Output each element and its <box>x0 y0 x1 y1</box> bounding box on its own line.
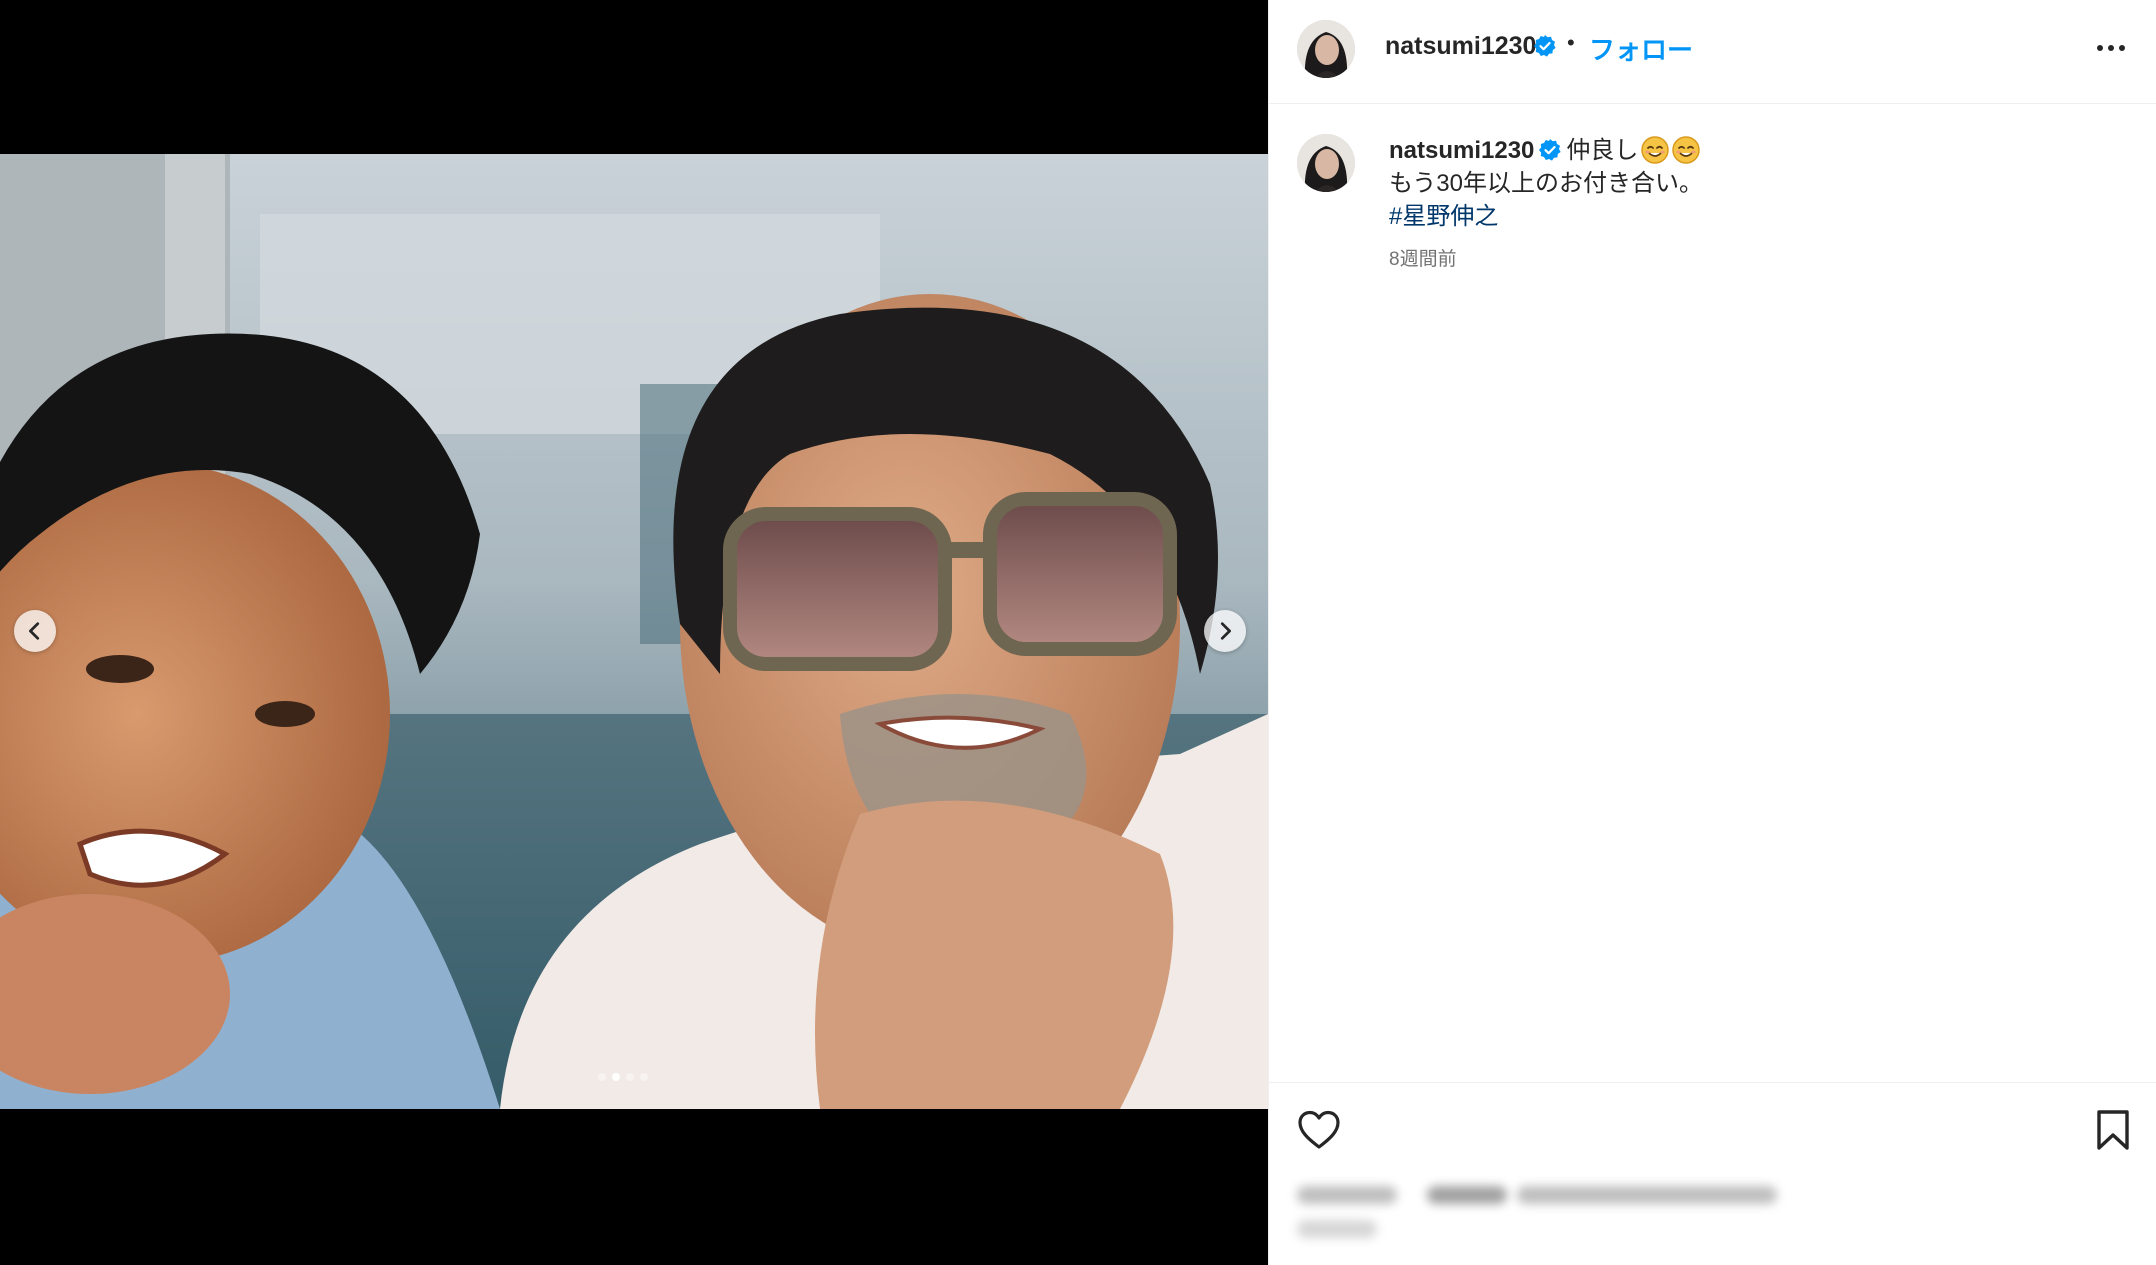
caption-avatar[interactable] <box>1297 134 1355 192</box>
avatar[interactable] <box>1297 20 1355 78</box>
like-button[interactable] <box>1297 1109 1341 1151</box>
chevron-left-icon <box>29 622 40 640</box>
carousel-dot <box>626 1073 634 1081</box>
more-options-button[interactable] <box>2089 30 2133 66</box>
avatar-image <box>1297 134 1355 192</box>
post-photo <box>0 154 1268 1109</box>
carousel-dot <box>640 1073 648 1081</box>
caption-text: natsumi1230 仲良し もう30年以上のお付き合い。 #星野伸之 <box>1389 134 2129 233</box>
blurred-bar <box>1517 1186 1777 1204</box>
smiling-face-icon <box>1672 136 1701 164</box>
more-dot-icon <box>2097 45 2103 51</box>
smiling-face-icon <box>1641 136 1670 164</box>
carousel-dot <box>598 1073 606 1081</box>
post-sidebar: natsumi1230 • フォロー natsumi1230 仲良し もう30年… <box>1268 0 2156 1265</box>
carousel-next-button[interactable] <box>1204 610 1246 652</box>
save-button[interactable] <box>2095 1109 2131 1151</box>
more-dot-icon <box>2108 45 2114 51</box>
carousel-dot-active <box>612 1073 620 1081</box>
hashtag-link[interactable]: #星野伸之 <box>1389 203 1498 230</box>
caption-line-1: 仲良し <box>1566 137 1639 164</box>
blurred-bar <box>1427 1186 1507 1204</box>
verified-badge-icon <box>1534 35 1556 57</box>
post-header: natsumi1230 • フォロー <box>1269 0 2156 104</box>
username-link[interactable]: natsumi1230 <box>1385 32 1536 61</box>
carousel-indicator <box>598 1073 648 1081</box>
carousel-prev-button[interactable] <box>14 610 56 652</box>
verified-badge-icon <box>1539 139 1562 161</box>
blurred-bar <box>1297 1186 1397 1204</box>
blurred-bar <box>1297 1220 1377 1238</box>
blurred-likes-section <box>1297 1178 1897 1248</box>
avatar-image <box>1297 20 1355 78</box>
media-viewer <box>0 0 1268 1265</box>
heart-icon <box>1298 1110 1340 1149</box>
caption-line-2: もう30年以上のお付き合い。 <box>1389 170 1703 197</box>
follow-button[interactable]: フォロー <box>1589 30 1693 67</box>
bookmark-icon <box>2097 1110 2129 1150</box>
chevron-right-icon <box>1220 622 1231 640</box>
post-timestamp[interactable]: 8週間前 <box>1389 244 1457 271</box>
post-actions-bar <box>1269 1082 2156 1172</box>
post-photo-image <box>0 154 1268 1109</box>
caption-username-link[interactable]: natsumi1230 <box>1389 137 1534 164</box>
more-dot-icon <box>2119 45 2125 51</box>
separator-dot: • <box>1567 30 1575 55</box>
